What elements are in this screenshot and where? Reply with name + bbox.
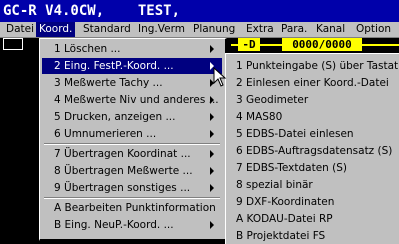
submenu-item-kodau[interactable]: A KODAU-Datei RP: [228, 211, 398, 227]
menu-extra[interactable]: Extra: [243, 22, 277, 37]
menu-item-uebertragen-koordinat[interactable]: 7 Übertragen Koordinat ...: [42, 146, 222, 162]
submenu-item-punkteingabe[interactable]: 1 Punkteingabe (S) über Tastatur: [228, 58, 399, 74]
menu-planung[interactable]: Planung: [190, 22, 238, 37]
menu-item-label: 7 Übertragen Koordinat ...: [54, 148, 191, 160]
menu-standard[interactable]: Standard: [80, 22, 134, 37]
menu-koord[interactable]: Koord.: [36, 22, 76, 37]
menu-datei[interactable]: Datei: [3, 22, 37, 37]
koord-menu: 1 Löschen ... 2 Eing. FestP.-Koord. ... …: [39, 38, 227, 241]
menu-item-eing-festp-koord[interactable]: 2 Eing. FestP.-Koord. ...: [42, 58, 222, 74]
menu-item-umnumerieren[interactable]: 6 Umnumerieren ...: [42, 126, 222, 142]
menu-item-eing-neup-koord[interactable]: B Eing. NeuP.-Koord. ...: [42, 217, 222, 233]
eing-festp-submenu: 1 Punkteingabe (S) über Tastatur 2 Einle…: [225, 53, 399, 244]
menu-item-label: B Eing. NeuP.-Koord. ...: [54, 219, 174, 231]
status-line-mid: [260, 44, 282, 46]
menu-bar: Datei Koord. Standard Ing.Verm Planung E…: [0, 22, 399, 38]
menu-option[interactable]: Option: [353, 22, 394, 37]
menu-item-label: 2 Eing. FestP.-Koord. ...: [54, 60, 174, 72]
menu-item-label: 9 Übertragen sonstiges ...: [54, 182, 191, 194]
status-left-box: [3, 38, 23, 50]
submenu-item-spezial-binaer[interactable]: 8 spezial binär: [228, 177, 398, 193]
submenu-arrow-icon: [210, 113, 214, 121]
submenu-arrow-icon: [210, 167, 214, 175]
status-counter: 0000/0000: [282, 38, 362, 51]
submenu-arrow-icon: [210, 150, 214, 158]
menu-item-bearbeiten-punktinformation[interactable]: A Bearbeiten Punktinformation: [42, 200, 222, 216]
submenu-item-edbs-auftrag[interactable]: 6 EDBS-Auftragsdatensatz (S): [228, 143, 398, 159]
menu-item-drucken[interactable]: 5 Drucken, anzeigen ...: [42, 109, 222, 125]
submenu-item-geodimeter[interactable]: 3 Geodimeter: [228, 92, 398, 108]
menu-kanal[interactable]: Kanal: [313, 22, 348, 37]
submenu-arrow-icon: [210, 96, 214, 104]
menu-item-uebertragen-sonstiges[interactable]: 9 Übertragen sonstiges ...: [42, 180, 222, 196]
submenu-arrow-icon: [210, 45, 214, 53]
submenu-item-mas80[interactable]: 4 MAS80: [228, 109, 398, 125]
submenu-item-koord-datei[interactable]: 2 Einlesen einer Koord.-Datei: [228, 75, 398, 91]
menu-item-label: 5 Drucken, anzeigen ...: [54, 111, 176, 123]
menu-item-label: 6 Umnumerieren ...: [54, 128, 157, 140]
status-line-right: [362, 44, 399, 46]
status-mode: -D: [238, 38, 260, 51]
submenu-arrow-icon: [210, 130, 214, 138]
submenu-item-projektdatei[interactable]: B Projektdatei FS: [228, 228, 398, 244]
submenu-arrow-icon: [210, 184, 214, 192]
menu-ing-verm[interactable]: Ing.Verm: [135, 22, 188, 37]
menu-separator: [44, 143, 220, 145]
menu-para[interactable]: Para.: [278, 22, 310, 37]
menu-item-uebertragen-messwerte[interactable]: 8 Übertragen Meßwerte ...: [42, 163, 222, 179]
menu-item-messwerte-tachy[interactable]: 3 Meßwerte Tachy ...: [42, 75, 222, 91]
menu-item-messwerte-niv[interactable]: 4 Meßwerte Niv und anderes ...: [42, 92, 222, 108]
mouse-cursor-icon: [213, 67, 227, 87]
submenu-item-dxf[interactable]: 9 DXF-Koordinaten: [228, 194, 398, 210]
menu-item-label: 1 Löschen ...: [54, 43, 121, 55]
menu-item-label: 8 Übertragen Meßwerte ...: [54, 165, 193, 177]
submenu-item-edbs-text[interactable]: 7 EDBS-Textdaten (S): [228, 160, 398, 176]
submenu-item-edbs-datei[interactable]: 5 EDBS-Datei einlesen: [228, 126, 398, 142]
menu-separator: [44, 197, 220, 199]
menu-item-loeschen[interactable]: 1 Löschen ...: [42, 41, 222, 57]
menu-item-label: A Bearbeiten Punktinformation: [54, 202, 216, 214]
menu-item-label: 3 Meßwerte Tachy ...: [54, 77, 163, 89]
menu-item-label: 4 Meßwerte Niv und anderes ...: [54, 94, 219, 106]
window-title: GC-R V4.0CW, TEST,: [0, 0, 399, 22]
submenu-arrow-icon: [210, 221, 214, 229]
